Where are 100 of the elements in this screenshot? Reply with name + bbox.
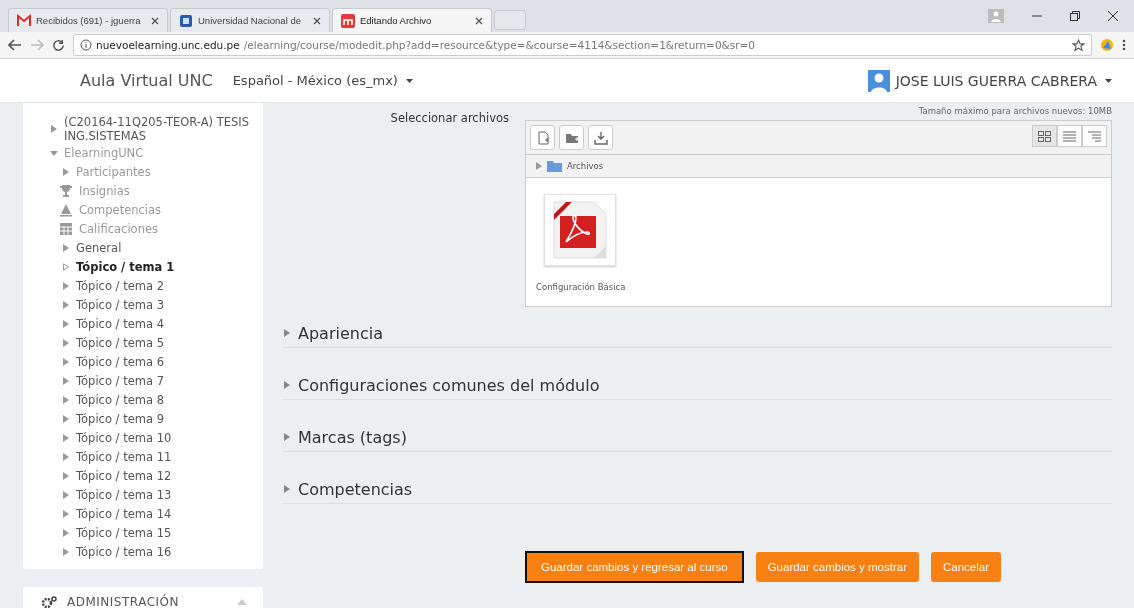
- star-icon[interactable]: [1072, 38, 1085, 52]
- download-button[interactable]: [588, 125, 613, 150]
- nav-item[interactable]: Tópico / tema 15: [76, 525, 172, 540]
- forward-icon[interactable]: [30, 39, 44, 51]
- expanded-arrow-icon[interactable]: [50, 148, 58, 157]
- collapse-icon[interactable]: [237, 599, 247, 605]
- collapsed-arrow-icon[interactable]: [62, 319, 70, 328]
- collapsed-arrow-icon[interactable]: [62, 376, 70, 385]
- nav-item[interactable]: Tópico / tema 14: [76, 506, 172, 521]
- collapsed-arrow-icon: [283, 433, 291, 441]
- nav-item[interactable]: Tópico / tema 8: [76, 392, 164, 407]
- nav-item[interactable]: Tópico / tema 12: [76, 468, 172, 483]
- user-menu[interactable]: JOSE LUIS GUERRA CABRERA: [895, 72, 1112, 89]
- language-menu[interactable]: Español - México (es_mx): [232, 73, 413, 88]
- collapsed-arrow-icon: [283, 381, 291, 389]
- collapsed-arrow-icon[interactable]: [62, 433, 70, 442]
- new-folder-button[interactable]: [559, 125, 584, 150]
- close-icon[interactable]: [475, 16, 483, 25]
- address-bar[interactable]: nuevoelearning.unc.edu.pe /elearning/course/modedit.php?add=resource&type=&course=4114&section=1&return=0&sr=0: [73, 34, 1092, 56]
- collapsed-arrow-icon[interactable]: [62, 452, 70, 461]
- profile-icon[interactable]: [988, 9, 1004, 23]
- browser-tab[interactable]: Recibidos (691) - jguerra: [8, 8, 168, 32]
- close-icon[interactable]: [1108, 11, 1118, 21]
- info-icon: [80, 39, 92, 51]
- collapsible-section-header[interactable]: Competencias: [283, 475, 1112, 504]
- collapsed-arrow-icon[interactable]: [62, 338, 70, 347]
- nav-item[interactable]: Tópico / tema 16: [76, 544, 172, 559]
- pyramid-icon: [59, 202, 73, 217]
- add-file-button[interactable]: [530, 125, 555, 150]
- section-title: Marcas (tags): [298, 427, 407, 447]
- pdf-file-thumbnail[interactable]: [544, 194, 616, 266]
- expand-arrow-icon[interactable]: [536, 162, 542, 170]
- nav-item[interactable]: Tópico / tema 10: [76, 430, 172, 445]
- collapsed-arrow-icon[interactable]: [62, 414, 70, 423]
- nav-item[interactable]: Tópico / tema 5: [76, 335, 164, 350]
- nav-item[interactable]: Tópico / tema 7: [76, 373, 164, 388]
- file-name[interactable]: Configuración Básica: [536, 282, 626, 292]
- collapsed-arrow-icon[interactable]: [62, 167, 70, 176]
- folder-icon: [547, 160, 562, 172]
- nav-item[interactable]: Tópico / tema 13: [76, 487, 172, 502]
- grid-icon: [1038, 130, 1051, 142]
- site-icon: [179, 13, 193, 28]
- collapsible-section-header[interactable]: Marcas (tags): [283, 423, 1112, 452]
- collapsed-arrow-icon[interactable]: [62, 509, 70, 518]
- extension-icon[interactable]: [1100, 38, 1114, 52]
- close-icon[interactable]: [151, 16, 159, 25]
- download-icon: [593, 130, 608, 145]
- moodle-logo-icon: [341, 13, 355, 28]
- nav-item[interactable]: Tópico / tema 2: [76, 278, 164, 293]
- nav-item[interactable]: Tópico / tema 6: [76, 354, 164, 369]
- collapsed-arrow-icon[interactable]: [62, 262, 70, 271]
- nav-item[interactable]: General: [76, 240, 122, 255]
- close-icon[interactable]: [313, 16, 321, 25]
- collapsed-arrow-icon[interactable]: [62, 490, 70, 499]
- gears-icon: [41, 595, 57, 608]
- browser-tab[interactable]: Universidad Nacional de: [170, 8, 330, 32]
- icon-view-button[interactable]: [1032, 125, 1057, 147]
- nav-item[interactable]: Tópico / tema 4: [76, 316, 164, 331]
- tree-list-icon: [1088, 130, 1101, 142]
- collapsed-arrow-icon[interactable]: [62, 528, 70, 537]
- file-plus-icon: [535, 130, 550, 145]
- nav-item[interactable]: Tópico / tema 9: [76, 411, 164, 426]
- collapsed-arrow-icon[interactable]: [50, 125, 58, 133]
- section-title: Configuraciones comunes del módulo: [298, 375, 600, 395]
- tree-view-button[interactable]: [1082, 125, 1107, 147]
- collapsed-arrow-icon[interactable]: [62, 471, 70, 480]
- mail-icon: [17, 13, 31, 28]
- collapsed-arrow-icon[interactable]: [62, 300, 70, 309]
- collapsed-arrow-icon[interactable]: [62, 357, 70, 366]
- collapsible-section-header[interactable]: Configuraciones comunes del módulo: [283, 371, 1112, 400]
- list-icon: [1063, 130, 1076, 142]
- restore-icon[interactable]: [1070, 11, 1080, 21]
- reload-icon[interactable]: [52, 38, 65, 52]
- nav-item[interactable]: (C20164-11Q205-TEOR-A) TESIS ING.SISTEMAS: [64, 115, 253, 143]
- caret-icon: [405, 78, 413, 83]
- collapsed-arrow-icon: [283, 485, 291, 493]
- table-icon: [59, 221, 73, 236]
- nav-item[interactable]: Tópico / tema 1: [76, 259, 175, 274]
- section-title: Apariencia: [298, 323, 383, 343]
- block-title: ADMINISTRACIÓN: [67, 595, 179, 608]
- collapsed-arrow-icon[interactable]: [62, 395, 70, 404]
- back-icon[interactable]: [8, 39, 22, 51]
- nav-item[interactable]: Tópico / tema 11: [76, 449, 172, 464]
- collapsible-section-header[interactable]: Apariencia: [283, 319, 1112, 348]
- site-title[interactable]: Aula Virtual UNC: [80, 71, 213, 90]
- menu-icon[interactable]: [1122, 39, 1126, 51]
- browser-tab[interactable]: Editando Archivo: [332, 8, 492, 32]
- folder-path[interactable]: Archivos: [567, 161, 604, 171]
- max-size-note: Tamaño máximo para archivos nuevos: 10MB: [918, 106, 1112, 116]
- collapsed-arrow-icon[interactable]: [62, 281, 70, 290]
- field-label: Seleccionar archivos: [389, 110, 510, 127]
- trophy-icon: [59, 183, 73, 198]
- list-view-button[interactable]: [1057, 125, 1082, 147]
- collapsed-arrow-icon[interactable]: [62, 547, 70, 556]
- collapsed-arrow-icon: [283, 329, 291, 337]
- nav-item[interactable]: Tópico / tema 3: [76, 297, 164, 312]
- collapsed-arrow-icon[interactable]: [62, 243, 70, 252]
- section-title: Competencias: [298, 479, 413, 499]
- caret-icon: [1105, 78, 1112, 83]
- user-avatar-icon[interactable]: [867, 69, 890, 92]
